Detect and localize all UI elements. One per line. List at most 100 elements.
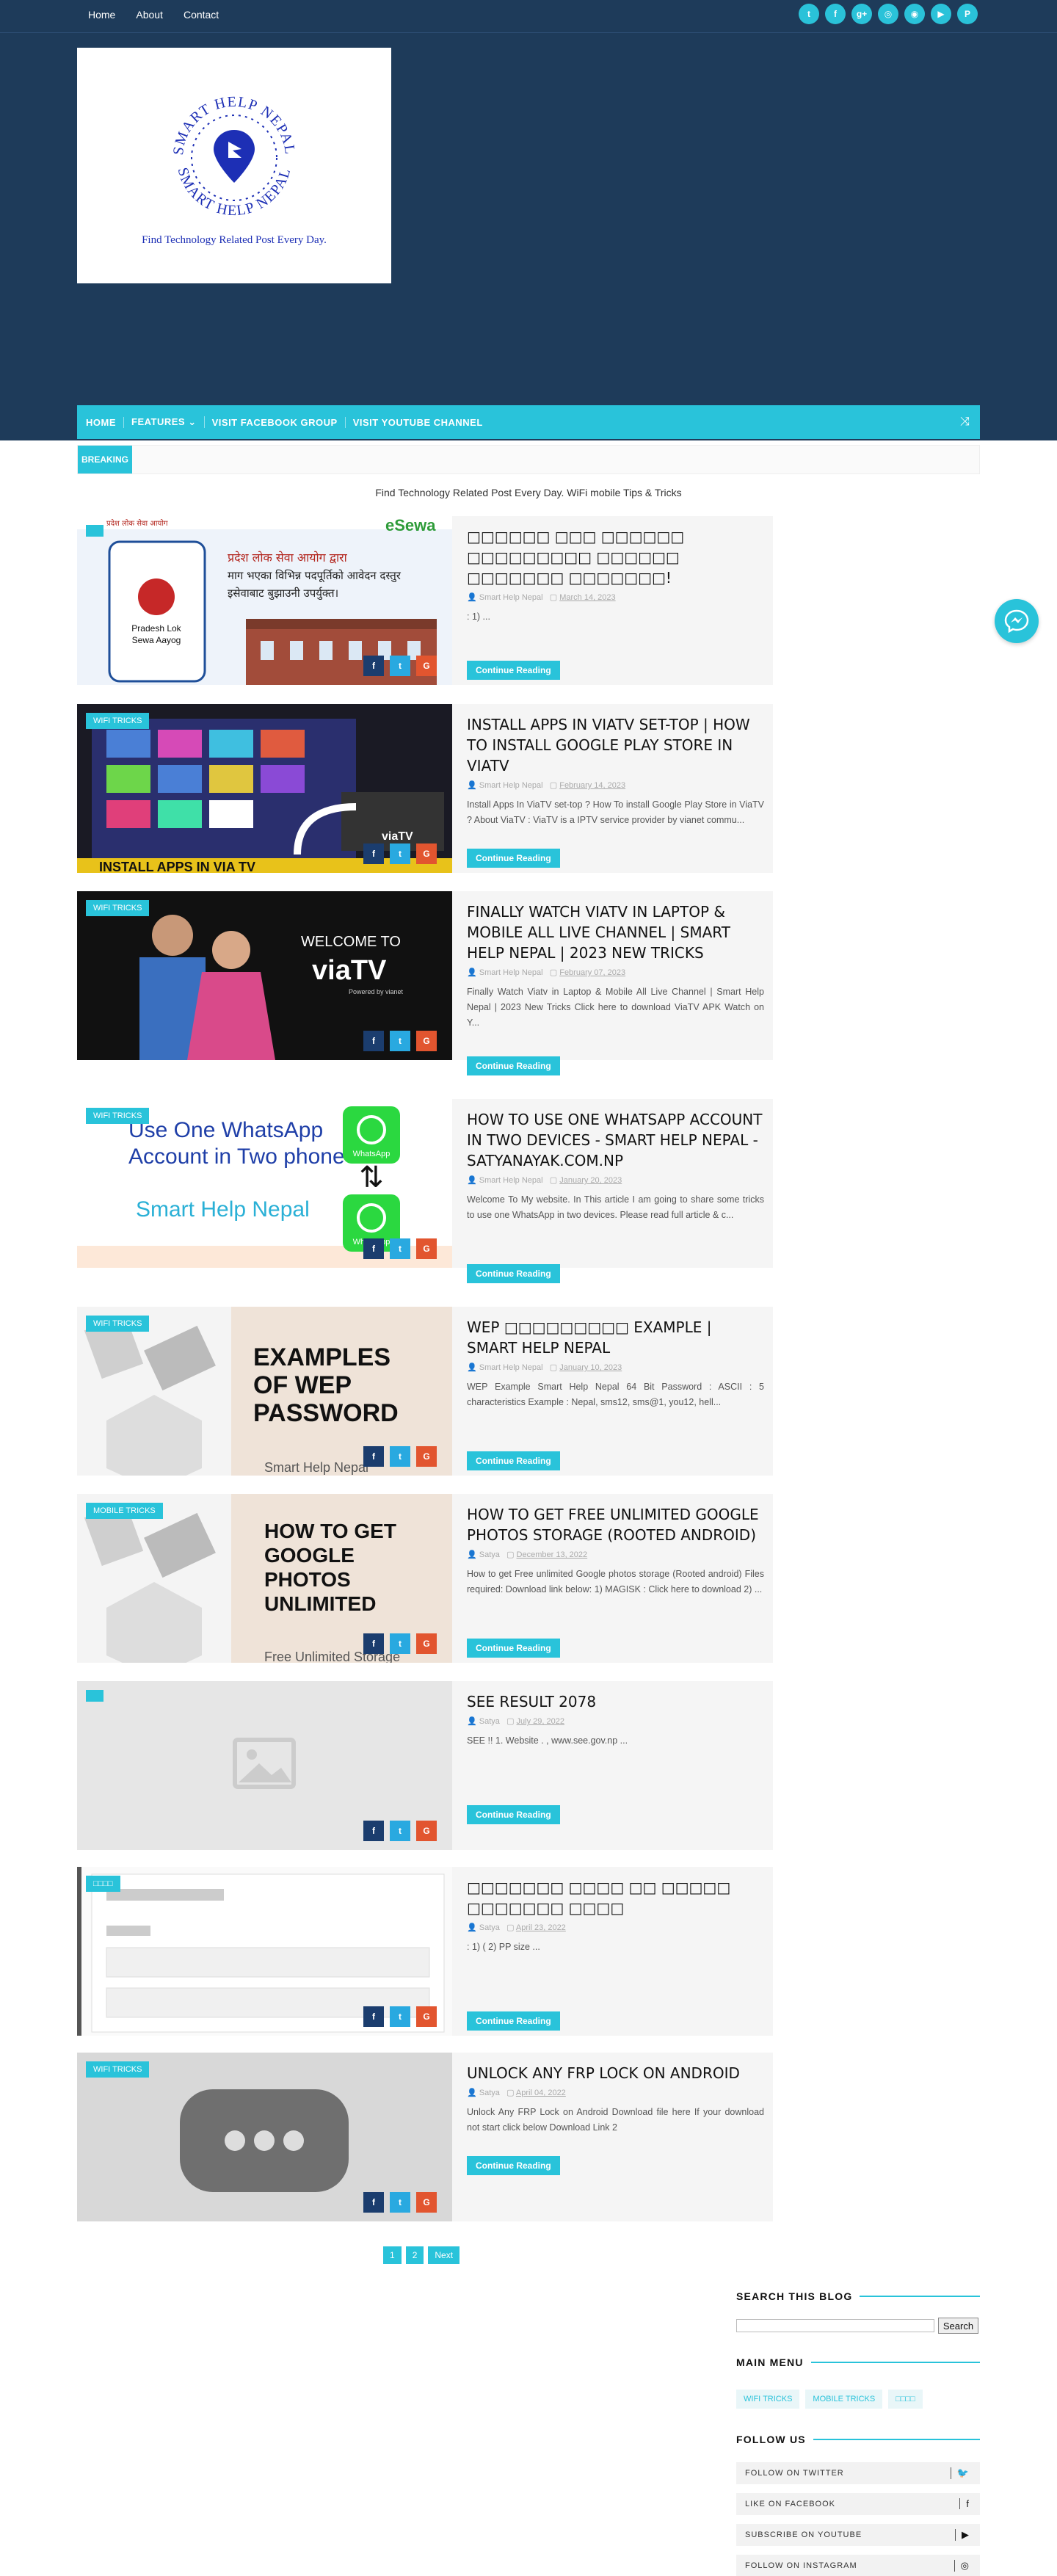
post-label[interactable]: WIFI TRICKS: [86, 2061, 150, 2078]
facebook-share-icon[interactable]: f: [363, 1238, 384, 1259]
instagram-icon[interactable]: ◎: [878, 4, 898, 24]
google-share-icon[interactable]: G: [416, 1821, 437, 1841]
read-more-button[interactable]: Continue Reading: [467, 2156, 560, 2175]
read-more-button[interactable]: Continue Reading: [467, 1264, 560, 1283]
twitter-share-icon[interactable]: t: [390, 1446, 410, 1467]
post-date[interactable]: January 10, 2023: [559, 1363, 622, 1372]
post-date[interactable]: January 20, 2023: [559, 1176, 622, 1185]
post-title[interactable]: SEE Result 2078: [467, 1691, 764, 1712]
post-label[interactable]: [86, 1690, 103, 1702]
post-author[interactable]: Satya: [479, 1550, 500, 1559]
google-share-icon[interactable]: G: [416, 2006, 437, 2027]
pinterest-icon[interactable]: P: [957, 4, 978, 24]
post-label[interactable]: MOBILE TRICKS: [86, 1503, 163, 1519]
facebook-share-icon[interactable]: f: [363, 2192, 384, 2213]
google-plus-icon[interactable]: g+: [851, 4, 872, 24]
google-share-icon[interactable]: G: [416, 843, 437, 864]
post-author[interactable]: Smart Help Nepal: [479, 781, 543, 790]
post-thumbnail[interactable]: WELCOME TO viaTV Powered by vianet WIFI …: [77, 891, 452, 1060]
post-date[interactable]: February 07, 2023: [559, 968, 625, 977]
post-thumbnail[interactable]: □□□□ f t G: [77, 1867, 452, 2036]
post-thumbnail[interactable]: Use One WhatsApp Account in Two phone Sm…: [77, 1099, 452, 1268]
facebook-share-icon[interactable]: f: [363, 1031, 384, 1051]
read-more-button[interactable]: Continue Reading: [467, 1805, 560, 1824]
facebook-share-icon[interactable]: f: [363, 2006, 384, 2027]
twitter-share-icon[interactable]: t: [390, 2006, 410, 2027]
post-title[interactable]: How to use one WhatsApp account in two d…: [467, 1109, 764, 1171]
top-nav-home[interactable]: Home: [88, 9, 115, 21]
google-share-icon[interactable]: G: [416, 1238, 437, 1259]
post-thumbnail[interactable]: प्रदेश लोक सेवा आयोग eSewa Pradesh Lok S…: [77, 516, 452, 685]
google-share-icon[interactable]: G: [416, 656, 437, 676]
facebook-share-icon[interactable]: f: [363, 1821, 384, 1841]
follow-twitter[interactable]: FOLLOW ON TWITTER 🐦: [736, 2462, 980, 2484]
read-more-button[interactable]: Continue Reading: [467, 1056, 560, 1075]
follow-instagram[interactable]: FOLLOW ON INSTAGRAM ◎: [736, 2555, 980, 2576]
page-1-button[interactable]: 1: [383, 2246, 402, 2264]
twitter-share-icon[interactable]: t: [390, 2192, 410, 2213]
rss-icon[interactable]: ◉: [904, 4, 925, 24]
follow-youtube[interactable]: SUBSCRIBE ON YOUTUBE ▶: [736, 2524, 980, 2546]
youtube-icon[interactable]: ▶: [931, 4, 951, 24]
post-title[interactable]: □□□□□□ □□□ □□□□□□ □□□□□□□□□ □□□□□□ □□□□□…: [467, 526, 764, 588]
facebook-share-icon[interactable]: f: [363, 843, 384, 864]
messenger-chat-button[interactable]: [995, 599, 1039, 643]
post-date[interactable]: March 14, 2023: [559, 593, 615, 602]
post-author[interactable]: Smart Help Nepal: [479, 1176, 543, 1185]
post-date[interactable]: February 14, 2023: [559, 781, 625, 790]
read-more-button[interactable]: Continue Reading: [467, 1451, 560, 1470]
post-title[interactable]: Install Apps In ViaTV set-top | How To I…: [467, 714, 764, 776]
post-author[interactable]: Smart Help Nepal: [479, 968, 543, 977]
twitter-share-icon[interactable]: t: [390, 656, 410, 676]
twitter-share-icon[interactable]: t: [390, 1821, 410, 1841]
tag-other[interactable]: □□□□: [888, 2390, 923, 2409]
tag-mobile-tricks[interactable]: MOBILE TRICKS: [805, 2390, 883, 2409]
post-label[interactable]: WIFI TRICKS: [86, 1108, 150, 1124]
post-author[interactable]: Smart Help Nepal: [479, 1363, 543, 1372]
read-more-button[interactable]: Continue Reading: [467, 661, 560, 680]
twitter-share-icon[interactable]: t: [390, 1031, 410, 1051]
search-button[interactable]: Search: [938, 2318, 978, 2334]
facebook-share-icon[interactable]: f: [363, 1446, 384, 1467]
post-label[interactable]: WIFI TRICKS: [86, 713, 150, 729]
tag-wifi-tricks[interactable]: WIFI TRICKS: [736, 2390, 800, 2409]
post-label[interactable]: WIFI TRICKS: [86, 1316, 150, 1332]
read-more-button[interactable]: Continue Reading: [467, 1639, 560, 1658]
twitter-icon[interactable]: t: [799, 4, 819, 24]
nav-features[interactable]: FEATURES ⌄: [131, 416, 205, 428]
post-title[interactable]: How to get free unlimited google photos …: [467, 1504, 764, 1545]
shuffle-icon[interactable]: ⤨: [960, 416, 970, 429]
twitter-share-icon[interactable]: t: [390, 843, 410, 864]
post-author[interactable]: Satya: [479, 2089, 500, 2097]
google-share-icon[interactable]: G: [416, 1633, 437, 1654]
post-thumbnail[interactable]: EXAMPLES OF WEP PASSWORD Smart Help Nepa…: [77, 1307, 452, 1476]
post-date[interactable]: July 29, 2022: [517, 1717, 564, 1726]
facebook-share-icon[interactable]: f: [363, 656, 384, 676]
post-date[interactable]: December 13, 2022: [517, 1550, 588, 1559]
post-date[interactable]: April 04, 2022: [516, 2089, 566, 2097]
google-share-icon[interactable]: G: [416, 1446, 437, 1467]
post-author[interactable]: Satya: [479, 1717, 500, 1726]
read-more-button[interactable]: Continue Reading: [467, 2011, 560, 2031]
twitter-share-icon[interactable]: t: [390, 1633, 410, 1654]
post-title[interactable]: Unlock Any FRP Lock on Android: [467, 2063, 764, 2083]
next-page-button[interactable]: Next: [428, 2246, 460, 2264]
post-title[interactable]: Finally Watch ViaTv in Laptop & Mobile A…: [467, 901, 764, 963]
nav-facebook-group[interactable]: VISIT FACEBOOK GROUP: [212, 416, 346, 428]
page-2-button[interactable]: 2: [405, 2246, 424, 2264]
post-title[interactable]: WEP □□□□□□□□□ Example | Smart Help Nepal: [467, 1317, 764, 1358]
nav-youtube-channel[interactable]: VISIT YOUTUBE CHANNEL: [353, 417, 490, 428]
follow-facebook[interactable]: LIKE ON FACEBOOK f: [736, 2493, 980, 2515]
post-thumbnail[interactable]: f t G: [77, 1681, 452, 1850]
twitter-share-icon[interactable]: t: [390, 1238, 410, 1259]
post-label[interactable]: □□□□: [86, 1876, 120, 1892]
facebook-share-icon[interactable]: f: [363, 1633, 384, 1654]
post-thumbnail[interactable]: WIFI TRICKS f t G: [77, 2053, 452, 2221]
google-share-icon[interactable]: G: [416, 2192, 437, 2213]
top-nav-contact[interactable]: Contact: [184, 9, 219, 21]
post-author[interactable]: Smart Help Nepal: [479, 593, 543, 602]
read-more-button[interactable]: Continue Reading: [467, 849, 560, 868]
post-label[interactable]: WIFI TRICKS: [86, 900, 150, 916]
nav-home[interactable]: HOME: [86, 416, 124, 428]
post-title[interactable]: □□□□□□□ □□□□ □□ □□□□□ □□□□□□□ □□□□: [467, 1877, 764, 1918]
